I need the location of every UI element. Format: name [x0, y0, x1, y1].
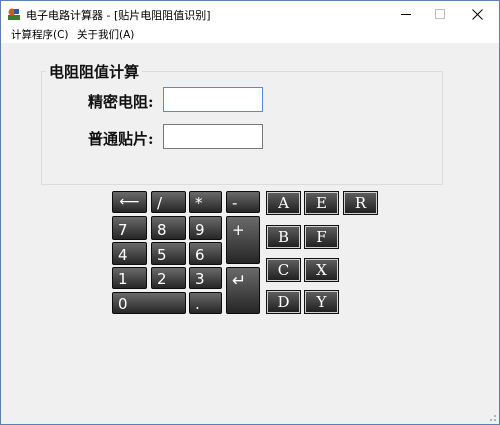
- letter-d-button[interactable]: D: [266, 290, 301, 314]
- multiply-key[interactable]: *: [189, 191, 222, 213]
- menu-bar: 计算程序(C) 关于我们(A): [1, 27, 499, 43]
- letter-b-button[interactable]: B: [266, 225, 301, 249]
- backspace-icon: ⟵: [119, 194, 140, 210]
- digit-0-key[interactable]: 0: [112, 292, 186, 314]
- letter-e-button[interactable]: E: [304, 191, 339, 215]
- close-button[interactable]: [459, 1, 495, 27]
- enter-key[interactable]: ↵: [226, 267, 260, 314]
- digit-5-key[interactable]: 5: [151, 242, 186, 265]
- precision-resistor-label: 精密电阻:: [88, 93, 154, 111]
- digit-9-key[interactable]: 9: [189, 216, 222, 240]
- resize-grip-icon[interactable]: [485, 410, 497, 422]
- letter-y-button[interactable]: Y: [304, 290, 339, 314]
- backspace-key[interactable]: ⟵: [112, 191, 147, 213]
- precision-resistor-input[interactable]: [163, 87, 263, 112]
- close-icon: [471, 8, 483, 20]
- menu-calculator[interactable]: 计算程序(C): [11, 27, 69, 43]
- divide-key[interactable]: /: [151, 191, 186, 213]
- group-title: 电阻阻值计算: [46, 61, 143, 82]
- digit-8-key[interactable]: 8: [151, 216, 186, 240]
- letter-f-button[interactable]: F: [304, 225, 339, 249]
- digit-6-key[interactable]: 6: [189, 242, 222, 265]
- digit-3-key[interactable]: 3: [189, 267, 222, 289]
- app-window: 电子电路计算器 - [贴片电阻阻值识别] 计算程序(C) 关于我们(A) 电阻阻…: [0, 0, 500, 425]
- enter-icon: ↵: [232, 271, 247, 291]
- minus-key[interactable]: -: [226, 191, 260, 213]
- letter-a-button[interactable]: A: [266, 191, 301, 215]
- digit-1-key[interactable]: 1: [112, 267, 147, 289]
- app-icon: [8, 8, 20, 20]
- letter-c-button[interactable]: C: [266, 258, 301, 282]
- menu-about[interactable]: 关于我们(A): [77, 27, 134, 43]
- minimize-icon: [401, 13, 411, 15]
- window-title: 电子电路计算器 - [贴片电阻阻值识别]: [26, 9, 211, 22]
- maximize-icon: [435, 9, 445, 19]
- plus-key[interactable]: +: [226, 216, 260, 264]
- smd-resistor-label: 普通贴片:: [88, 130, 154, 148]
- title-bar: 电子电路计算器 - [贴片电阻阻值识别]: [1, 1, 499, 27]
- dot-key[interactable]: .: [189, 292, 222, 314]
- maximize-button[interactable]: [422, 1, 458, 27]
- digit-2-key[interactable]: 2: [151, 267, 186, 289]
- digit-4-key[interactable]: 4: [112, 242, 147, 265]
- minimize-button[interactable]: [388, 1, 424, 27]
- digit-7-key[interactable]: 7: [112, 216, 147, 240]
- smd-resistor-input[interactable]: [163, 124, 263, 149]
- letter-r-button[interactable]: R: [343, 191, 378, 215]
- letter-x-button[interactable]: X: [304, 258, 339, 282]
